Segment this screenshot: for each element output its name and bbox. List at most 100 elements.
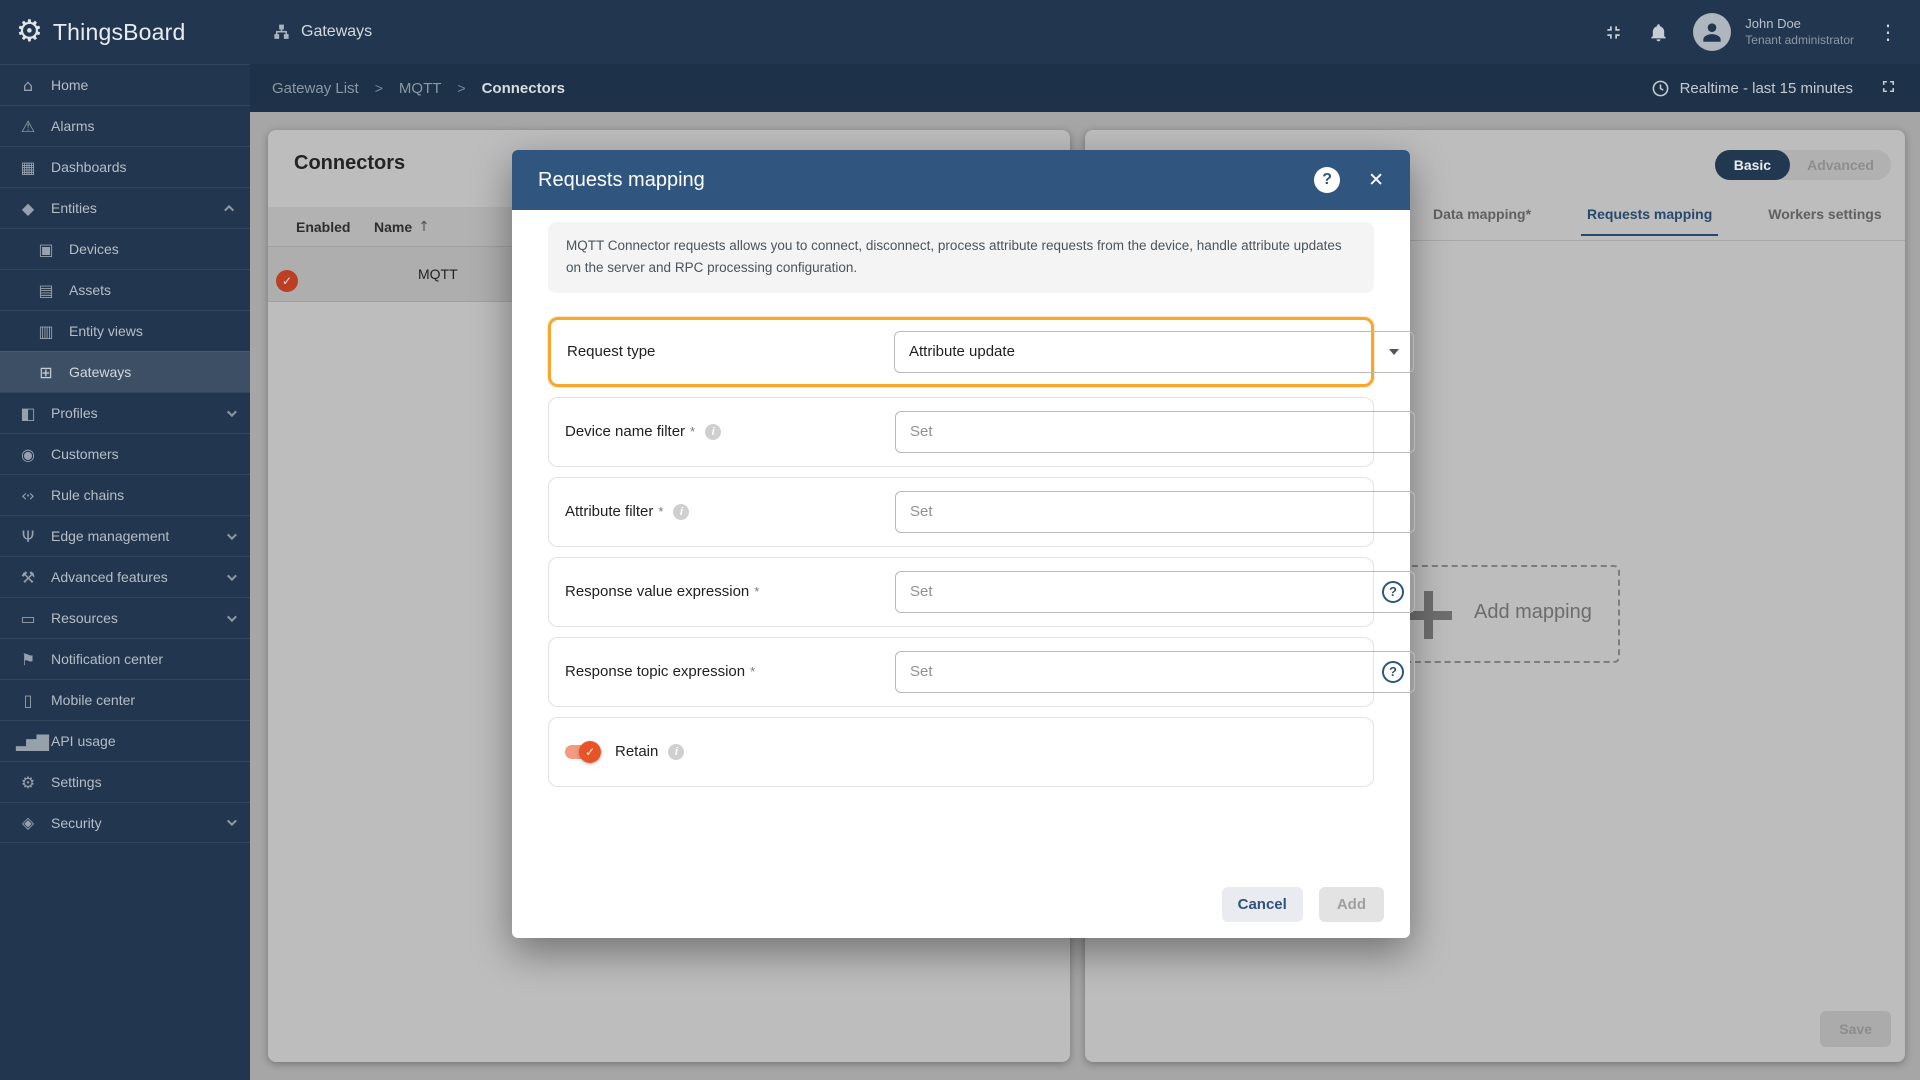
devices-icon: ▣ [38,239,53,259]
sidebar-item-label: Customers [51,446,119,462]
user-block[interactable]: John Doe Tenant administrator [1745,16,1854,47]
user-name: John Doe [1745,16,1801,32]
tab-data-mapping[interactable]: Data mapping* [1427,206,1537,236]
chevron-down-icon [226,529,237,540]
required-asterisk: * [754,584,760,600]
info-icon[interactable]: i [705,423,722,440]
security-icon: ◈ [21,813,34,832]
required-asterisk: * [750,664,756,680]
dialog-title: Requests mapping [538,168,705,191]
cancel-button[interactable]: Cancel [1221,887,1303,922]
tab-requests-mapping[interactable]: Requests mapping [1581,206,1719,236]
response-value-expression-label: Response value expression [565,583,750,601]
topbar: Gateways John Doe Tenant administrator ⋮ [250,0,1920,64]
sidebar-item-entity-views[interactable]: ▥ Entity views [0,310,250,351]
breadcrumb-separator: > [374,80,383,96]
retain-toggle[interactable]: ✓ [565,740,601,763]
avatar[interactable] [1693,13,1732,51]
tab-workers-settings[interactable]: Workers settings [1762,206,1887,236]
sidebar-item-home[interactable]: ⌂ Home [0,64,250,105]
request-type-select[interactable]: Attribute update [894,330,1414,373]
sidebar-item-label: Rule chains [51,487,125,503]
chevron-down-icon [226,570,237,581]
column-enabled[interactable]: Enabled [296,219,374,235]
info-icon[interactable]: i [673,503,690,520]
response-topic-expression-row: Response topic expression * ? [548,636,1415,707]
breadcrumb-connectors: Connectors [481,79,565,97]
save-button[interactable]: Save [1820,1011,1891,1047]
sidebar-item-advanced-features[interactable]: ⚒ Advanced features [0,556,250,597]
brand[interactable]: ⚙ ThingsBoard [0,0,250,64]
time-range-control[interactable]: Realtime - last 15 minutes [1651,77,1898,100]
close-icon[interactable]: ✕ [1368,169,1384,191]
sidebar-item-label: Dashboards [51,159,127,175]
sidebar-item-label: Advanced features [51,569,168,585]
sidebar-item-api-usage[interactable]: ▂▅▇ API usage [0,720,250,761]
response-topic-expression-label: Response topic expression [565,663,746,681]
sidebar-item-label: Entity views [69,323,143,339]
sidebar-item-profiles[interactable]: ◧ Profiles [0,392,250,433]
page-title-text: Gateways [301,23,373,40]
chevron-down-icon [226,611,237,622]
add-button[interactable]: Add [1318,887,1384,922]
expression-help-icon[interactable]: ? [1382,660,1404,683]
check-icon: ✓ [276,270,298,292]
sidebar-item-devices[interactable]: ▣ Devices [0,228,250,269]
sidebar-item-edge-management[interactable]: Ψ Edge management [0,515,250,556]
mode-toggle: Basic Advanced [1714,150,1891,180]
info-icon[interactable]: i [668,743,685,760]
dashboards-icon: ▦ [20,157,35,177]
home-icon: ⌂ [22,75,33,95]
sidebar-item-entities[interactable]: ◆ Entities [0,187,250,228]
sidebar-item-label: Home [51,77,89,93]
sidebar-item-label: Assets [69,282,112,298]
sidebar-item-settings[interactable]: ⚙ Settings [0,761,250,802]
notifications-bell-icon[interactable] [1648,22,1669,43]
sidebar-item-assets[interactable]: ▤ Assets [0,269,250,310]
response-topic-expression-input[interactable] [910,663,1350,681]
sidebar-item-dashboards[interactable]: ▦ Dashboards [0,146,250,187]
sidebar-item-customers[interactable]: ◉ Customers [0,433,250,474]
sidebar-item-alarms[interactable]: ⚠ Alarms [0,105,250,146]
dropdown-caret-icon [1389,348,1399,355]
sidebar-item-label: Gateways [69,364,132,380]
response-value-expression-row: Response value expression * ? [548,556,1415,627]
help-icon[interactable]: ? [1314,167,1341,193]
advanced-features-icon: ⚒ [20,567,35,587]
mode-advanced-button[interactable]: Advanced [1790,157,1891,173]
sidebar-item-security[interactable]: ◈ Security [0,802,250,843]
dialog-header: Requests mapping ? ✕ [512,150,1410,210]
dialog-info-text: MQTT Connector requests allows you to co… [548,222,1374,293]
sidebar-nav: ⌂ Home ⚠ Alarms ▦ Dashboards ◆ Entities ▣ Dev… [0,64,250,843]
fullscreen-icon[interactable] [1879,77,1898,100]
response-value-expression-input[interactable] [910,583,1350,601]
breadcrumb-gateway-list[interactable]: Gateway List [272,80,359,97]
profiles-icon: ◧ [20,403,35,423]
chevron-down-icon [226,406,237,417]
sidebar-item-resources[interactable]: ▭ Resources [0,597,250,638]
sidebar-item-notification-center[interactable]: ⚑ Notification center [0,638,250,679]
user-role: Tenant administrator [1745,32,1854,47]
api-usage-icon: ▂▅▇ [16,731,49,751]
sidebar-item-mobile-center[interactable]: ▯ Mobile center [0,679,250,720]
sidebar-item-rule-chains[interactable]: ‹·› Rule chains [0,474,250,515]
more-menu-icon[interactable]: ⋮ [1878,20,1898,44]
required-asterisk: * [690,424,696,440]
mode-basic-button[interactable]: Basic [1714,150,1791,180]
sidebar-item-label: Edge management [51,528,170,544]
breadcrumb-mqtt[interactable]: MQTT [399,80,442,97]
device-name-filter-input[interactable] [910,423,1350,441]
sidebar-item-gateways[interactable]: ⊞ Gateways [0,351,250,392]
time-range-label: Realtime - last 15 minutes [1679,79,1853,97]
sidebar-item-label: Profiles [51,405,98,421]
expression-help-icon[interactable]: ? [1382,580,1404,603]
add-mapping-button[interactable]: Add mapping [1396,565,1620,663]
attribute-filter-input[interactable] [910,503,1350,521]
sitemap-icon [274,24,289,39]
column-name[interactable]: Name ↑ [374,219,430,235]
alarms-icon: ⚠ [20,116,35,136]
sidebar-item-label: Notification center [51,651,164,667]
collapse-icon[interactable] [1603,22,1624,43]
breadcrumb-bar: Gateway List > MQTT > Connectors Realtim… [250,64,1920,112]
customers-icon: ◉ [21,444,35,464]
